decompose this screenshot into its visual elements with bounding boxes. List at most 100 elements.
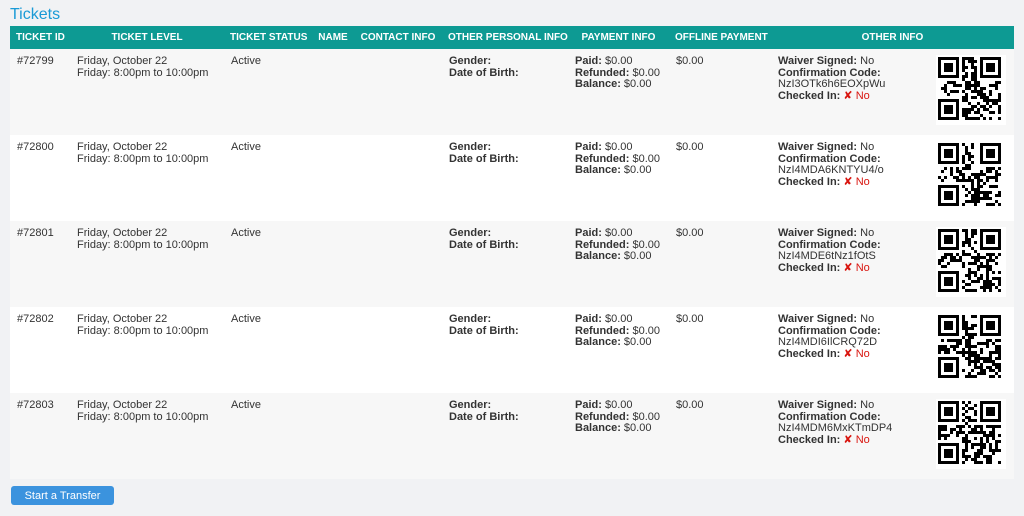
qr-code-icon [936,141,1006,211]
ticket-level-date: Friday, October 22 [77,141,168,153]
ticket-level-time: Friday: 8:00pm to 10:00pm [77,324,209,337]
gender-label: Gender: [449,313,492,325]
ticket-id: #72800 [10,135,70,221]
refunded-value: $0.00 [632,410,660,423]
col-other-info: OTHER INFO [771,26,1014,49]
qr-code-icon [936,313,1006,383]
table-row: #72799 Friday, October 22 Friday: 8:00pm t… [10,49,1014,135]
ticket-contact-info [354,393,442,479]
ticket-other-info: Waiver Signed: No Confirmation Code: NzI4M… [771,393,1014,479]
ticket-offline-payment: $0.00 [669,393,771,479]
refunded-value: $0.00 [632,324,660,337]
ticket-offline-payment: $0.00 [669,307,771,393]
balance-value: $0.00 [623,78,652,90]
ticket-status: Active [224,221,312,307]
confirmation-label: Confirmation Code: [778,152,881,165]
ticket-name [312,135,354,221]
balance-label: Balance: [575,78,621,90]
checked-in-label: Checked In: [778,89,841,102]
paid-value: $0.00 [604,227,633,239]
ticket-personal-info: Gender: Date of Birth: [442,393,568,479]
ticket-id: #72802 [10,307,70,393]
gender-label: Gender: [449,399,492,411]
ticket-contact-info [354,221,442,307]
ticket-level-date: Friday, October 22 [77,227,168,239]
waiver-label: Waiver Signed: [778,399,858,411]
tickets-table: TICKET ID TICKET LEVEL TICKET STATUS NAM… [10,26,1014,479]
refunded-value: $0.00 [632,66,660,79]
col-contact-info: CONTACT INFO [354,26,442,49]
paid-value: $0.00 [604,313,633,325]
ticket-payment-info: Paid: $0.00 Refunded: $0.00 Balance: $0.00 [568,135,669,221]
ticket-other-info: Waiver Signed: No Confirmation Code: NzI4M… [771,307,1014,393]
balance-label: Balance: [575,250,621,262]
ticket-contact-info [354,307,442,393]
waiver-value: No [860,399,875,411]
balance-value: $0.00 [623,336,652,348]
confirmation-label: Confirmation Code: [778,238,881,251]
ticket-id: #72799 [10,49,70,135]
ticket-status: Active [224,307,312,393]
refunded-label: Refunded: [575,324,630,337]
table-row: #72802 Friday, October 22 Friday: 8:00pm t… [10,307,1014,393]
paid-value: $0.00 [604,399,633,411]
start-transfer-button[interactable]: Start a Transfer [11,486,114,505]
checked-in-label: Checked In: [778,433,841,446]
ticket-offline-payment: $0.00 [669,135,771,221]
qr-code-icon [936,399,1006,469]
balance-value: $0.00 [623,422,652,434]
confirmation-label: Confirmation Code: [778,324,881,337]
dob-label: Date of Birth: [449,238,519,251]
paid-value: $0.00 [604,141,633,153]
col-ticket-id: TICKET ID [10,26,70,49]
refunded-value: $0.00 [632,152,660,165]
waiver-value: No [860,141,875,153]
paid-label: Paid: [575,55,602,67]
confirmation-label: Confirmation Code: [778,66,881,79]
dob-label: Date of Birth: [449,152,519,165]
col-payment-info: PAYMENT INFO [568,26,669,49]
ticket-other-info: Waiver Signed: No Confirmation Code: NzI4M… [771,135,1014,221]
paid-label: Paid: [575,399,602,411]
paid-label: Paid: [575,227,602,239]
ticket-personal-info: Gender: Date of Birth: [442,135,568,221]
ticket-offline-payment: $0.00 [669,49,771,135]
balance-value: $0.00 [623,250,652,262]
table-row: #72801 Friday, October 22 Friday: 8:00pm t… [10,221,1014,307]
checked-in-label: Checked In: [778,175,841,188]
ticket-level: Friday, October 22 Friday: 8:00pm to 10:0… [70,135,224,221]
waiver-label: Waiver Signed: [778,313,858,325]
paid-value: $0.00 [604,55,633,67]
ticket-status: Active [224,49,312,135]
ticket-name [312,393,354,479]
waiver-value: No [860,227,875,239]
balance-value: $0.00 [623,164,652,176]
ticket-level: Friday, October 22 Friday: 8:00pm to 10:0… [70,221,224,307]
ticket-other-info: Waiver Signed: No Confirmation Code: NzI4M… [771,221,1014,307]
ticket-level-time: Friday: 8:00pm to 10:00pm [77,66,209,79]
confirmation-label: Confirmation Code: [778,410,881,423]
ticket-personal-info: Gender: Date of Birth: [442,221,568,307]
col-ticket-level: TICKET LEVEL [70,26,224,49]
balance-label: Balance: [575,422,621,434]
ticket-status: Active [224,393,312,479]
checked-in-value: ✘ No [843,175,870,188]
ticket-id: #72801 [10,221,70,307]
ticket-level: Friday, October 22 Friday: 8:00pm to 10:0… [70,49,224,135]
col-ticket-status: TICKET STATUS [224,26,312,49]
checked-in-label: Checked In: [778,261,841,274]
dob-label: Date of Birth: [449,410,519,423]
col-other-personal-info: OTHER PERSONAL INFO [442,26,568,49]
waiver-label: Waiver Signed: [778,141,858,153]
ticket-payment-info: Paid: $0.00 Refunded: $0.00 Balance: $0.00 [568,393,669,479]
ticket-level-date: Friday, October 22 [77,399,168,411]
ticket-payment-info: Paid: $0.00 Refunded: $0.00 Balance: $0.00 [568,307,669,393]
tickets-table-container: TICKET ID TICKET LEVEL TICKET STATUS NAM… [10,26,1014,479]
refunded-label: Refunded: [575,152,630,165]
refunded-value: $0.00 [632,238,660,251]
ticket-other-info: Waiver Signed: No Confirmation Code: NzI3O… [771,49,1014,135]
ticket-personal-info: Gender: Date of Birth: [442,49,568,135]
ticket-level-time: Friday: 8:00pm to 10:00pm [77,238,209,251]
ticket-payment-info: Paid: $0.00 Refunded: $0.00 Balance: $0.00 [568,221,669,307]
balance-label: Balance: [575,336,621,348]
